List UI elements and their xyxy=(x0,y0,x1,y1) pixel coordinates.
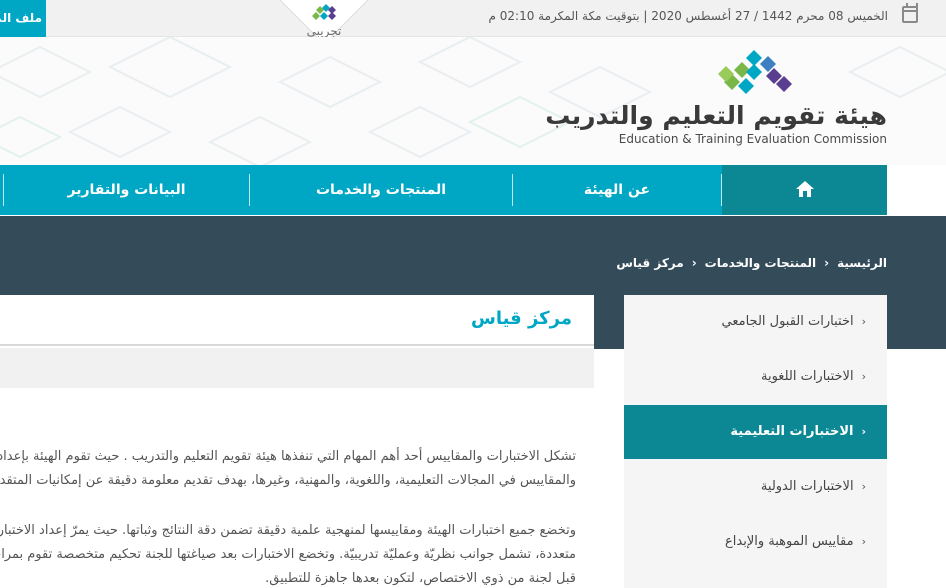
home-icon xyxy=(796,181,814,197)
chevron-left-icon: ‹ xyxy=(861,370,866,383)
main-nav: عن الهيئة المنتجات والخدمات البيانات وال… xyxy=(0,165,887,215)
sidebar-item-educational-tests[interactable]: ‹ الاختبارات التعليمية xyxy=(624,405,887,459)
calendar-icon xyxy=(902,3,918,23)
content-strip xyxy=(0,348,594,388)
content-paragraph-line: قبل لجنة من ذوي الاختصاص، لتكون بعدها جا… xyxy=(265,571,576,586)
breadcrumb: الرئيسية ‹ المنتجات والخدمات ‹ مركز قياس xyxy=(616,256,887,270)
nav-item-products-services[interactable]: المنتجات والخدمات xyxy=(250,165,512,215)
content-paragraph-line: متعددة، تشمل جوانب نظريّة وعمليّة تدريبي… xyxy=(0,547,576,562)
content-paragraph-line: تشكل الاختبارات والمقاييس أحد أهم المهام… xyxy=(0,449,576,464)
nav-separator xyxy=(721,174,722,206)
sidebar-item-label: مقاييس الموهبة والإبداع xyxy=(725,534,854,549)
nav-separator xyxy=(3,174,4,206)
nav-item-data-reports[interactable]: البيانات والتقارير xyxy=(4,165,249,215)
breadcrumb-item-home[interactable]: الرئيسية xyxy=(837,256,887,270)
org-name-arabic: هيئة تقويم التعليم والتدريب xyxy=(545,101,887,130)
chevron-left-icon: ‹ xyxy=(861,535,866,548)
content-paragraph-line: والمقاييس في المجالات التعليمية، واللغوي… xyxy=(0,473,576,488)
breadcrumb-separator-icon: ‹ xyxy=(691,256,697,270)
content-paragraph-line: وتخضع جميع اختبارات الهيئة ومقاييسها لمن… xyxy=(0,523,576,538)
chevron-left-icon: ‹ xyxy=(861,425,866,438)
sidebar-item-talent-creativity[interactable]: ‹ مقاييس الموهبة والإبداع xyxy=(624,515,887,569)
sidebar-item-language-tests[interactable]: ‹ الاختبارات اللغوية xyxy=(624,350,887,404)
org-name-english: Education & Training Evaluation Commissi… xyxy=(618,132,887,146)
breadcrumb-item-current: مركز قياس xyxy=(616,256,684,270)
nav-item-about[interactable]: عن الهيئة xyxy=(513,165,721,215)
nav-home-button[interactable] xyxy=(722,165,887,215)
sidebar-item-label: الاختبارات التعليمية xyxy=(730,424,854,439)
sidebar-item-label: الاختبارات اللغوية xyxy=(761,369,854,384)
nav-separator xyxy=(512,174,513,206)
breadcrumb-separator-icon: ‹ xyxy=(824,256,830,270)
chevron-left-icon: ‹ xyxy=(861,315,866,328)
sidebar-menu: ‹ اختبارات القبول الجامعي ‹ الاختبارات الل… xyxy=(624,295,887,588)
site-header: هيئة تقويم التعليم والتدريب Education & … xyxy=(0,37,946,165)
profile-file-button[interactable]: ملف الم xyxy=(0,0,46,37)
sidebar-item-label: اختبارات القبول الجامعي xyxy=(721,314,854,329)
sidebar-item-label: الاختبارات الدولية xyxy=(760,479,854,494)
date-time-text: الخميس 08 محرم 1442 / 27 أغسطس 2020 | بت… xyxy=(488,9,889,23)
tajribi-label: تجريبي xyxy=(306,24,342,38)
breadcrumb-item-products[interactable]: المنتجات والخدمات xyxy=(705,256,817,270)
sidebar-item-university-admission[interactable]: ‹ اختبارات القبول الجامعي xyxy=(624,295,887,349)
content-panel: مركز قياس تشكل الاختبارات والمقاييس أحد … xyxy=(0,295,594,588)
chevron-left-icon: ‹ xyxy=(861,480,866,493)
sidebar-item-international-tests[interactable]: ‹ الاختبارات الدولية xyxy=(624,460,887,514)
nav-separator xyxy=(249,174,250,206)
top-bar: الخميس 08 محرم 1442 / 27 أغسطس 2020 | بت… xyxy=(0,0,946,37)
etec-logo-icon xyxy=(718,50,792,94)
content-header: مركز قياس xyxy=(0,295,594,346)
page-title: مركز قياس xyxy=(470,308,572,329)
